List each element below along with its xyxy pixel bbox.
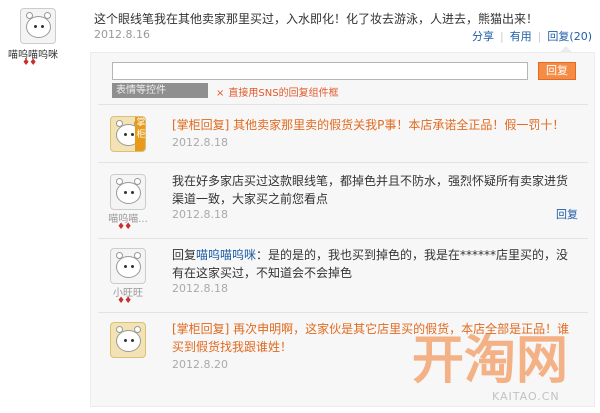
avatar[interactable] (110, 248, 146, 284)
widget-note-text: 直接用SNS的回复组件框 (228, 88, 339, 99)
reply-text: [掌柜回复] 其他卖家那里卖的假货关我P事！本店承诺全正品！假一罚十！ (172, 118, 565, 132)
reply-count-link[interactable]: 回复(20) (547, 30, 592, 43)
reply-text: 我在好多家店买过这款眼线笔，都掉色并且不防水，强烈怀疑所有卖家进货渠道一致，大家… (172, 174, 569, 206)
site-watermark: 开淘网 KAITAO.CN (412, 318, 598, 410)
seller-avatar[interactable]: 掌柜 (110, 116, 146, 152)
reply-submit-button[interactable]: 回复 (538, 62, 576, 80)
close-icon: × (216, 88, 225, 99)
emoji-control-tab[interactable]: 表情等控件 (112, 83, 208, 98)
widget-note: × 直接用SNS的回复组件框 (216, 84, 339, 99)
reply-date: 2012.8.18 (172, 282, 228, 295)
watermark-logo: 开淘网 (412, 331, 569, 391)
reply-prefix: 回复 (172, 248, 197, 262)
comment-actions: 分享 | 有用 | 回复(20) (471, 30, 592, 43)
divider (98, 162, 588, 163)
mention-link[interactable]: 喵呜喵呜咪 (196, 248, 256, 262)
heart-rank-icon: ♦♦ (117, 222, 132, 232)
share-link[interactable]: 分享 (472, 30, 494, 43)
divider (98, 238, 588, 239)
seller-badge: 掌柜 (135, 117, 145, 151)
avatar[interactable] (110, 174, 146, 210)
reply-input[interactable] (112, 62, 528, 80)
reply-text: 回复喵呜喵呜咪：是的是的，我也买到掉色的，我是在******店里买的，没有在这家… (172, 246, 578, 282)
reply-date: 2012.8.20 (172, 358, 228, 371)
avatar[interactable] (20, 8, 56, 44)
reply-date: 2012.8.18 (172, 136, 228, 149)
reply-date: 2012.8.18 (172, 208, 228, 221)
divider (98, 104, 588, 105)
comment-text: 这个眼线笔我在其他卖家那里买过，入水即化！化了妆去游泳，人进去，熊猫出来！ (94, 12, 539, 26)
comment-date: 2012.8.16 (94, 28, 150, 41)
heart-rank-icon: ♦♦ (22, 58, 37, 68)
useful-link[interactable]: 有用 (510, 30, 532, 43)
heart-rank-icon: ♦♦ (117, 296, 132, 306)
watermark-url: KAITAO.CN (492, 390, 560, 403)
divider (98, 312, 588, 313)
reply-button[interactable]: 回复 (556, 206, 578, 222)
seller-avatar[interactable] (110, 322, 146, 358)
